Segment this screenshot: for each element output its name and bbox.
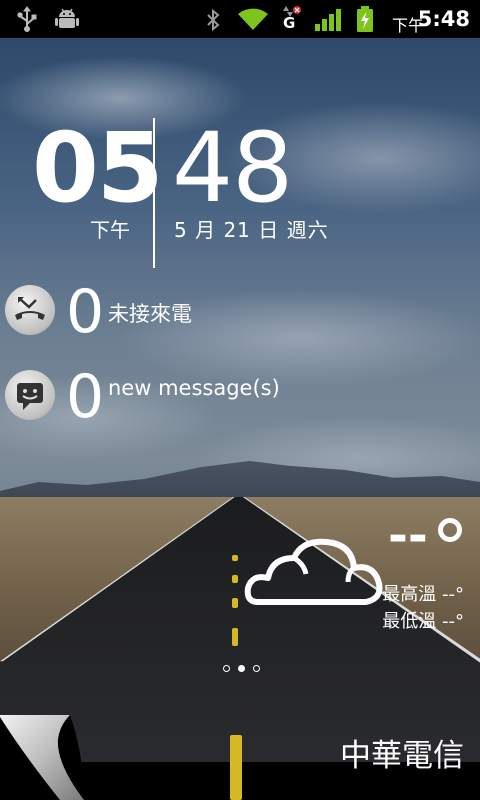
missed-call-count: 0: [66, 277, 105, 347]
weather-high: 最高溫 --°: [382, 584, 464, 605]
weather-temperature: --: [388, 508, 428, 564]
missed-call-label: 未接來電: [108, 302, 192, 326]
status-time: 5:48: [417, 7, 470, 31]
clock-ampm: 下午: [90, 218, 130, 242]
message-count: 0: [66, 362, 105, 432]
page-indicator: [223, 665, 260, 672]
message-icon: [5, 370, 55, 420]
page-dot-active: [238, 665, 245, 672]
status-bar[interactable]: G 下午 5:48: [0, 0, 480, 38]
page-curl-unlock-handle[interactable]: [0, 715, 84, 800]
lane-marker: [232, 575, 238, 583]
carrier-label: 中華電信: [340, 738, 464, 774]
missed-call-icon: [5, 285, 55, 335]
clock-divider: [153, 118, 155, 268]
weather-low: 最低溫 --°: [382, 611, 464, 632]
lane-marker: [232, 598, 238, 608]
clock-minute: 48: [172, 112, 293, 224]
wifi-icon: [238, 8, 268, 30]
lane-marker: [232, 628, 238, 646]
page-dot: [253, 665, 260, 672]
network-type-label: G: [283, 14, 296, 32]
lane-marker: [230, 735, 242, 800]
battery-charging-icon: [357, 6, 373, 32]
signal-icon: [315, 9, 341, 31]
android-debug-icon: [55, 8, 79, 28]
cloud-icon: [244, 538, 383, 605]
bluetooth-icon: [207, 8, 220, 32]
clock-date: 5 月 21 日 週六: [174, 218, 329, 242]
degree-icon: [438, 518, 462, 542]
usb-icon: [17, 6, 37, 32]
page-dot: [223, 665, 230, 672]
lane-marker: [232, 555, 238, 561]
clock-hour: 05: [32, 112, 164, 224]
message-label: new message(s): [108, 376, 280, 400]
